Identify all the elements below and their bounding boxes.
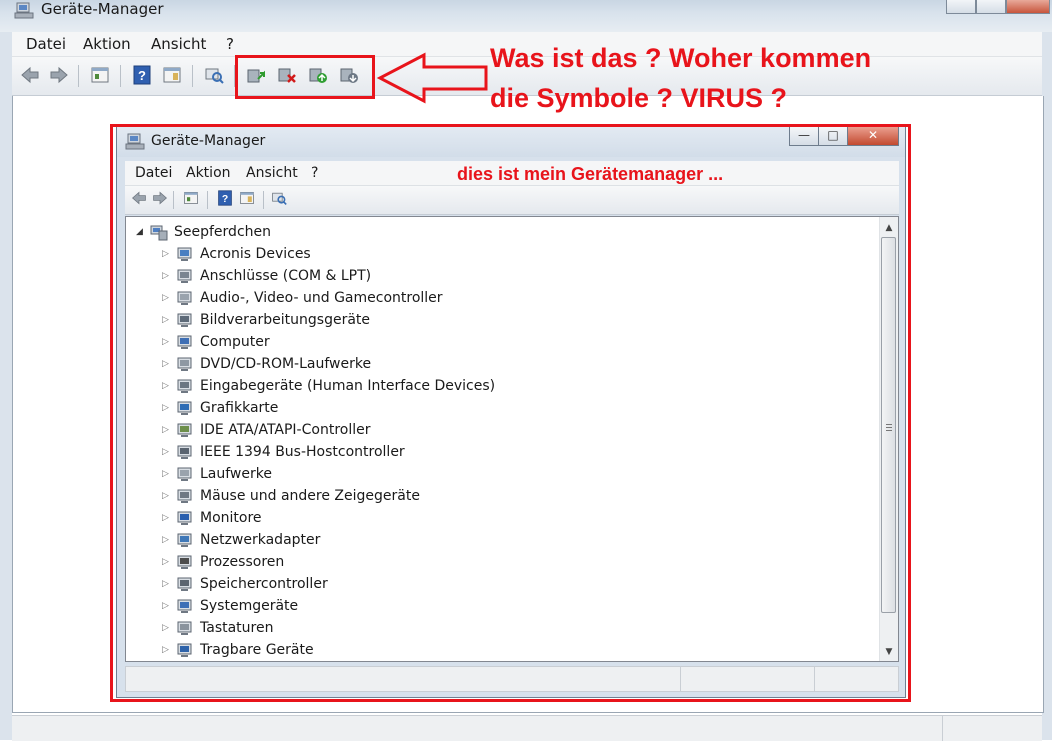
annotation-arrow	[376, 52, 488, 104]
scan-hardware-icon[interactable]	[204, 65, 224, 85]
annotation-frame	[110, 124, 911, 702]
annotation-question: Was ist das ? Woher kommen die Symbole ?…	[490, 38, 871, 118]
annotation-line-2: die Symbole ? VIRUS ?	[490, 83, 788, 113]
menu-datei[interactable]: Datei	[26, 35, 66, 53]
menu-aktion[interactable]: Aktion	[83, 35, 131, 53]
device-manager-icon	[14, 2, 34, 19]
svg-text:?: ?	[138, 68, 146, 83]
menu-ansicht[interactable]: Ansicht	[151, 35, 206, 53]
outer-status-bar	[12, 715, 1042, 741]
properties-icon[interactable]	[90, 65, 110, 85]
outer-close-button[interactable]	[1006, 0, 1050, 14]
window-frame-left	[0, 32, 12, 740]
annotation-line-1: Was ist das ? Woher kommen	[490, 43, 872, 73]
outer-window-title: Geräte-Manager	[41, 0, 164, 18]
forward-arrow-icon[interactable]	[49, 65, 69, 85]
outer-minimize-button[interactable]	[946, 0, 976, 14]
back-arrow-icon[interactable]	[20, 65, 40, 85]
outer-maximize-button[interactable]	[976, 0, 1006, 14]
outer-title-bar: Geräte-Manager	[0, 0, 1052, 33]
details-icon[interactable]	[162, 65, 182, 85]
annotation-highlight-box	[235, 55, 375, 99]
menu-help[interactable]: ?	[226, 35, 234, 53]
help-icon[interactable]: ?	[132, 65, 152, 85]
